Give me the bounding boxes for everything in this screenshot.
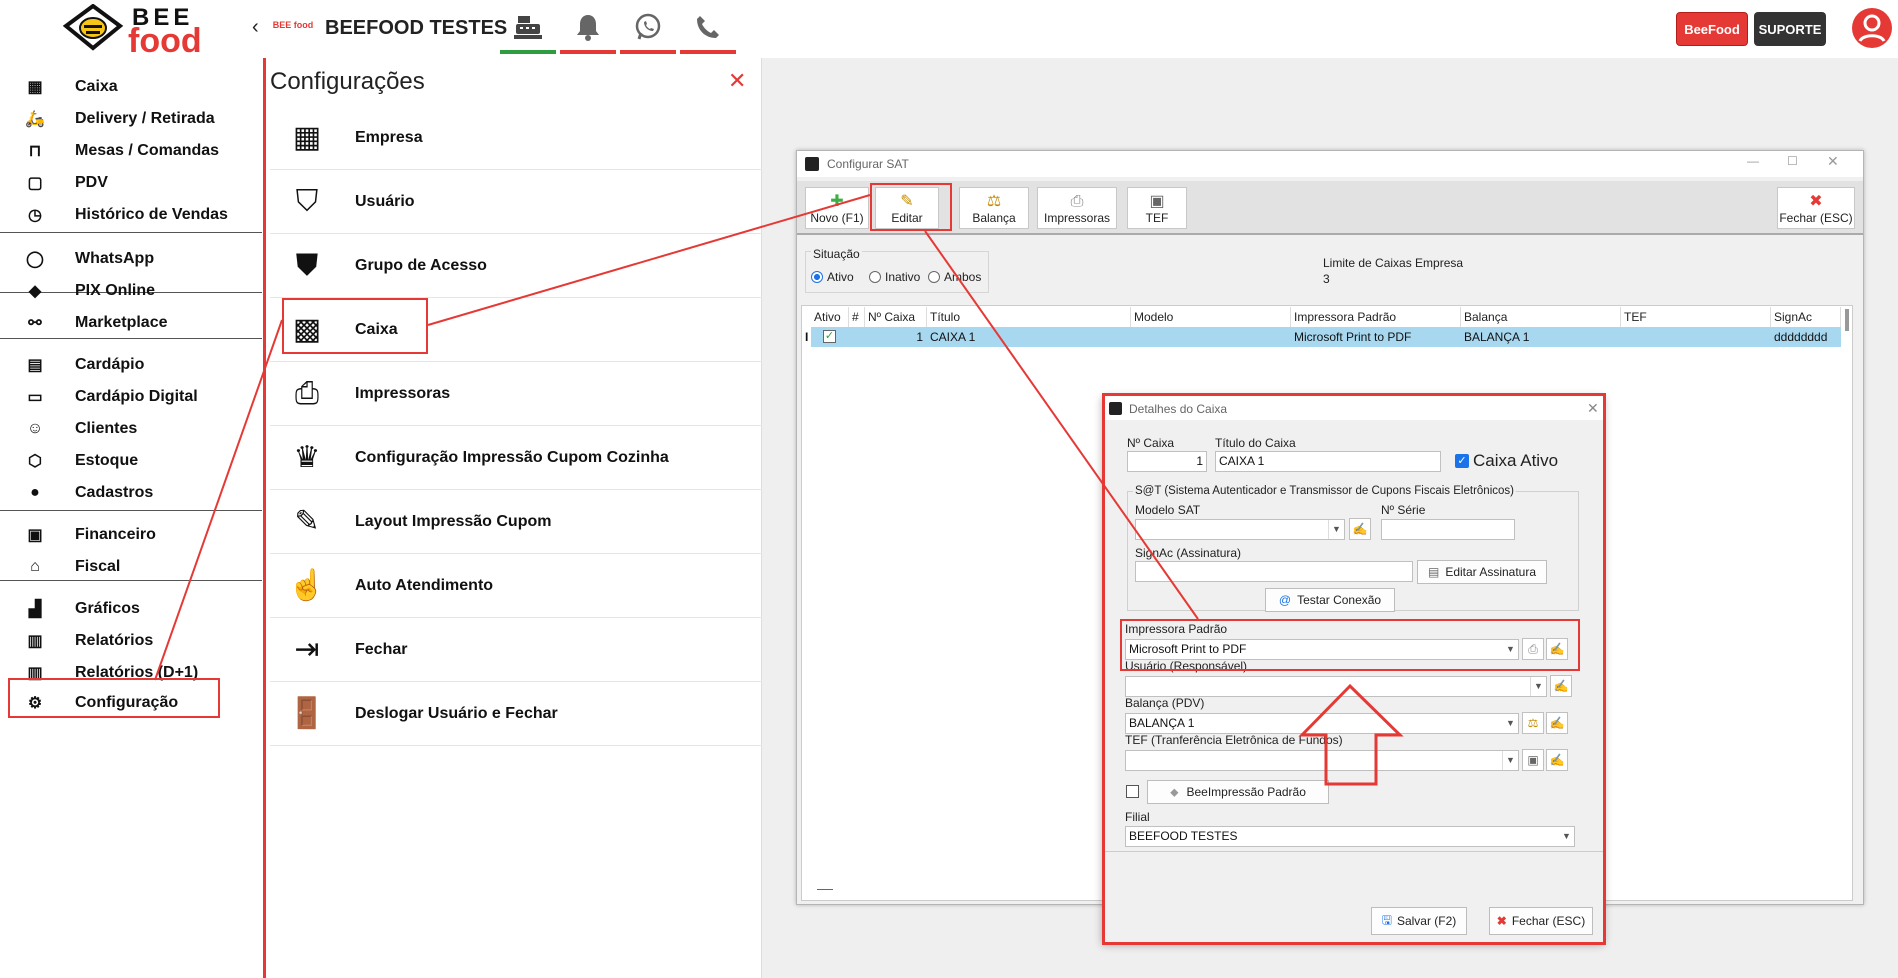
annotation-lines <box>154 194 1404 786</box>
